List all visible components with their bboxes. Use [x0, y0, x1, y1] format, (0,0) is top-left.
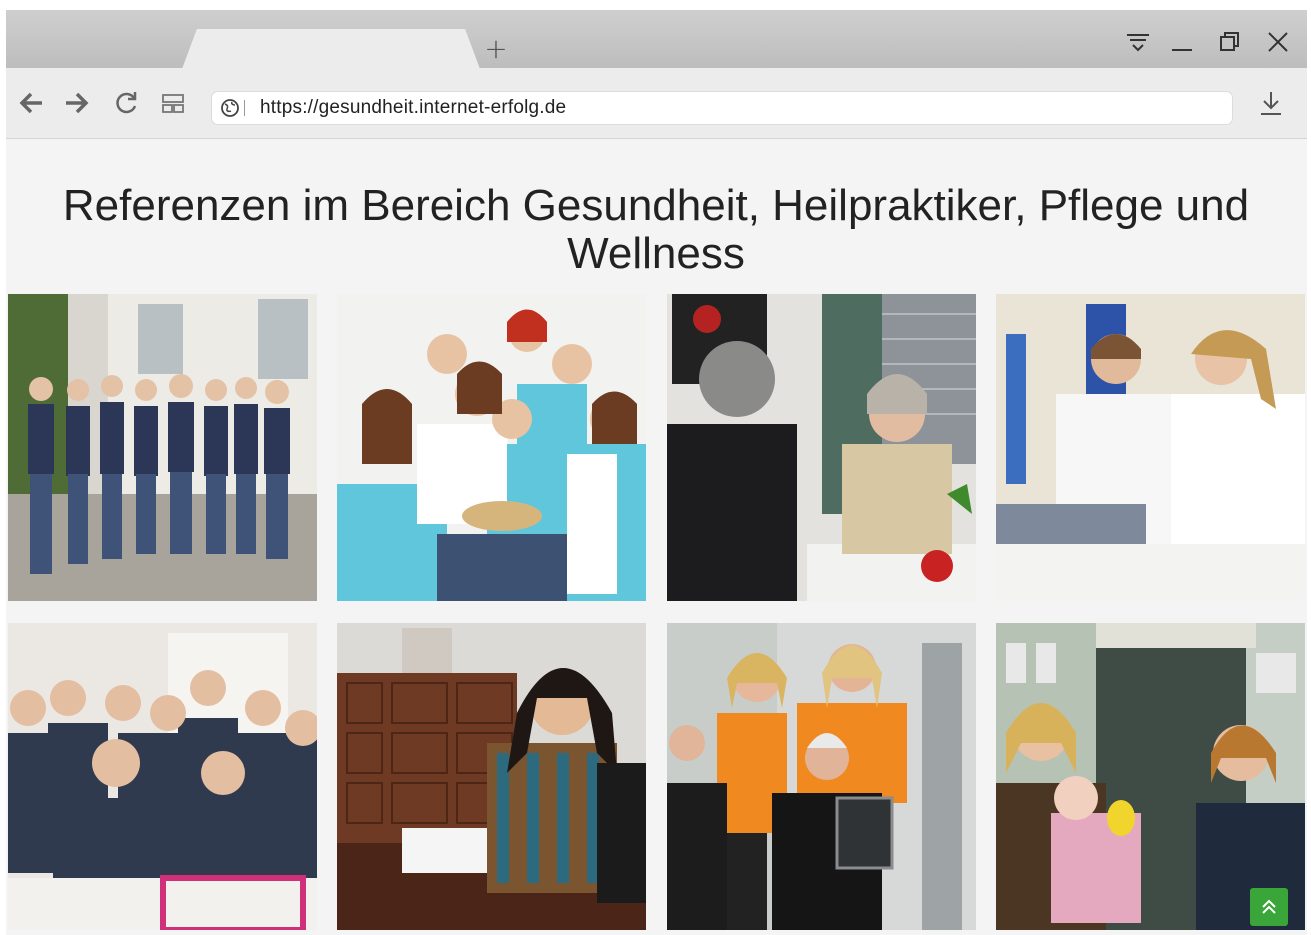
page-content: Referenzen im Bereich Gesundheit, Heilpr… — [6, 139, 1307, 935]
active-tab[interactable] — [182, 29, 480, 69]
gallery-image-pharmacy-consultation[interactable] — [996, 623, 1305, 930]
gallery-image-practice-team[interactable] — [8, 623, 317, 930]
address-bar[interactable]: https://gesundheit.internet-erfolg.de — [212, 92, 1232, 124]
new-tab-button[interactable]: + — [484, 34, 508, 64]
globe-icon[interactable] — [220, 98, 240, 118]
gallery-image-consultation[interactable] — [667, 294, 976, 601]
gallery-image-team-group[interactable] — [337, 294, 646, 601]
gallery-image-doctors[interactable] — [996, 294, 1305, 601]
page-title: Referenzen im Bereich Gesundheit, Heilpr… — [62, 181, 1250, 279]
restore-icon[interactable] — [1216, 28, 1244, 56]
address-separator — [244, 100, 245, 116]
reload-icon[interactable] — [112, 88, 142, 118]
scroll-to-top-button[interactable] — [1250, 888, 1288, 926]
back-arrow-icon[interactable] — [16, 88, 46, 118]
gallery-image-practitioner-desk[interactable] — [337, 623, 646, 930]
menu-icon[interactable] — [1124, 28, 1152, 56]
browser-window: + https://gesundheit.internet-erfolg.de … — [6, 10, 1307, 935]
forward-arrow-icon[interactable] — [62, 88, 92, 118]
close-icon[interactable] — [1264, 28, 1292, 56]
gallery-image-team-outdoor[interactable] — [8, 294, 317, 601]
chevron-up-icon — [1262, 899, 1276, 914]
minimize-icon[interactable] — [1168, 28, 1196, 56]
tab-strip: + — [6, 10, 1307, 69]
browser-toolbar: https://gesundheit.internet-erfolg.de — [6, 68, 1307, 139]
tabs-overview-icon[interactable] — [158, 88, 188, 118]
url-text[interactable]: https://gesundheit.internet-erfolg.de — [260, 92, 566, 124]
download-icon[interactable] — [1258, 88, 1284, 118]
gallery-image-fitness-trainers[interactable] — [667, 623, 976, 930]
